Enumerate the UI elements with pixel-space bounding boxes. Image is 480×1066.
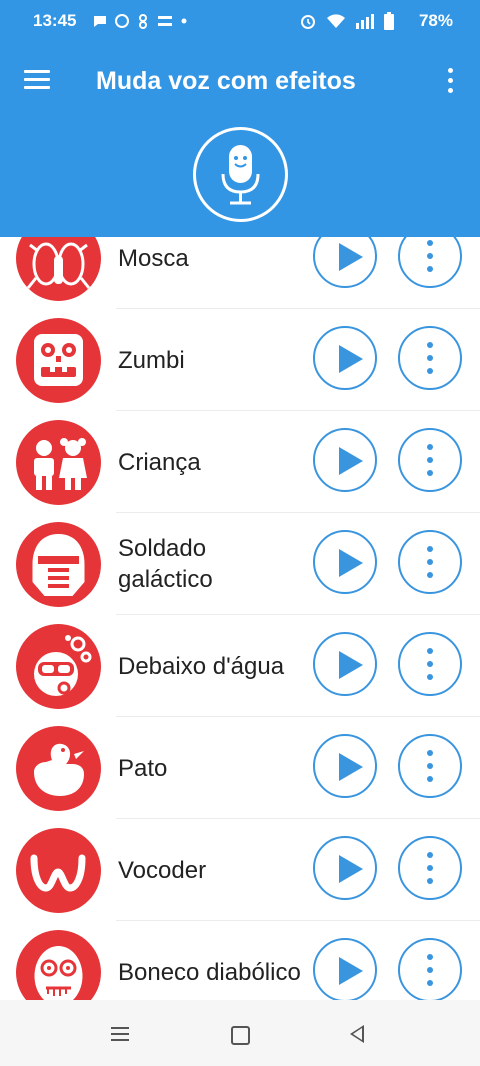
dot-icon [181,18,187,24]
options-button[interactable] [398,734,462,798]
duck-icon [16,726,101,811]
page-title: Muda voz com efeitos [96,67,356,95]
effect-label: Mosca [118,244,189,272]
more-options-icon[interactable] [440,68,460,94]
list-item[interactable]: Mosca [0,237,480,309]
system-nav-bar [0,1000,480,1066]
zombie-icon [16,318,101,403]
capcut-icon [157,16,172,27]
play-button[interactable] [313,632,377,696]
list-item[interactable]: Criança [0,411,480,513]
list-item[interactable]: Zumbi [0,309,480,411]
list-item[interactable]: Vocoder [0,819,480,921]
signal-icon [356,14,374,29]
menu-icon[interactable] [24,70,50,90]
system-icons [299,12,394,30]
play-button[interactable] [313,734,377,798]
back-icon[interactable] [350,1025,364,1043]
play-button[interactable] [313,836,377,900]
list-item[interactable]: Pato [0,717,480,819]
chat-icon [94,16,106,28]
children-icon [16,420,101,505]
options-button[interactable] [398,938,462,1000]
options-button[interactable] [398,428,462,492]
play-button[interactable] [313,428,377,492]
fly-icon [16,237,101,301]
status-bar: 13:45 78% [0,0,480,42]
alarm-icon [301,15,315,29]
options-button[interactable] [398,632,462,696]
effect-label: Soldado galáctico [118,535,213,593]
diver-icon [16,624,101,709]
play-button[interactable] [313,237,377,288]
effect-label: Criança [118,448,201,476]
app-notification-icon [138,14,147,30]
options-button[interactable] [398,326,462,390]
play-button[interactable] [313,938,377,1000]
list-item[interactable]: Debaixo d'água [0,615,480,717]
microphone-button[interactable] [193,127,288,222]
whatsapp-icon [114,14,129,29]
app-bar: Muda voz com efeitos [0,42,480,237]
evil-puppet-icon [16,930,101,1000]
options-button[interactable] [398,237,462,288]
list-item[interactable]: Soldado galáctico [0,513,480,615]
effect-label: Pato [118,754,168,782]
notification-icons [92,12,188,30]
effect-label: Vocoder [118,856,207,884]
microphone-icon [221,145,260,205]
galactic-soldier-icon [16,522,101,607]
effect-label: Boneco diabólico [118,958,301,986]
effects-list[interactable]: Mosca Zumbi Criança Soldado galáctico De… [0,237,480,1000]
options-button[interactable] [398,836,462,900]
recent-apps-icon[interactable] [111,1027,129,1041]
effect-label: Debaixo d'água [118,652,285,680]
battery-percent: 78% [418,11,453,30]
vocoder-icon [16,828,101,913]
status-time: 13:45 [33,11,77,30]
battery-icon [384,12,394,30]
play-button[interactable] [313,530,377,594]
wifi-icon [327,14,345,28]
options-button[interactable] [398,530,462,594]
list-item[interactable]: Boneco diabólico [0,921,480,1000]
home-icon[interactable] [231,1026,250,1045]
play-button[interactable] [313,326,377,390]
effect-label: Zumbi [118,346,185,374]
